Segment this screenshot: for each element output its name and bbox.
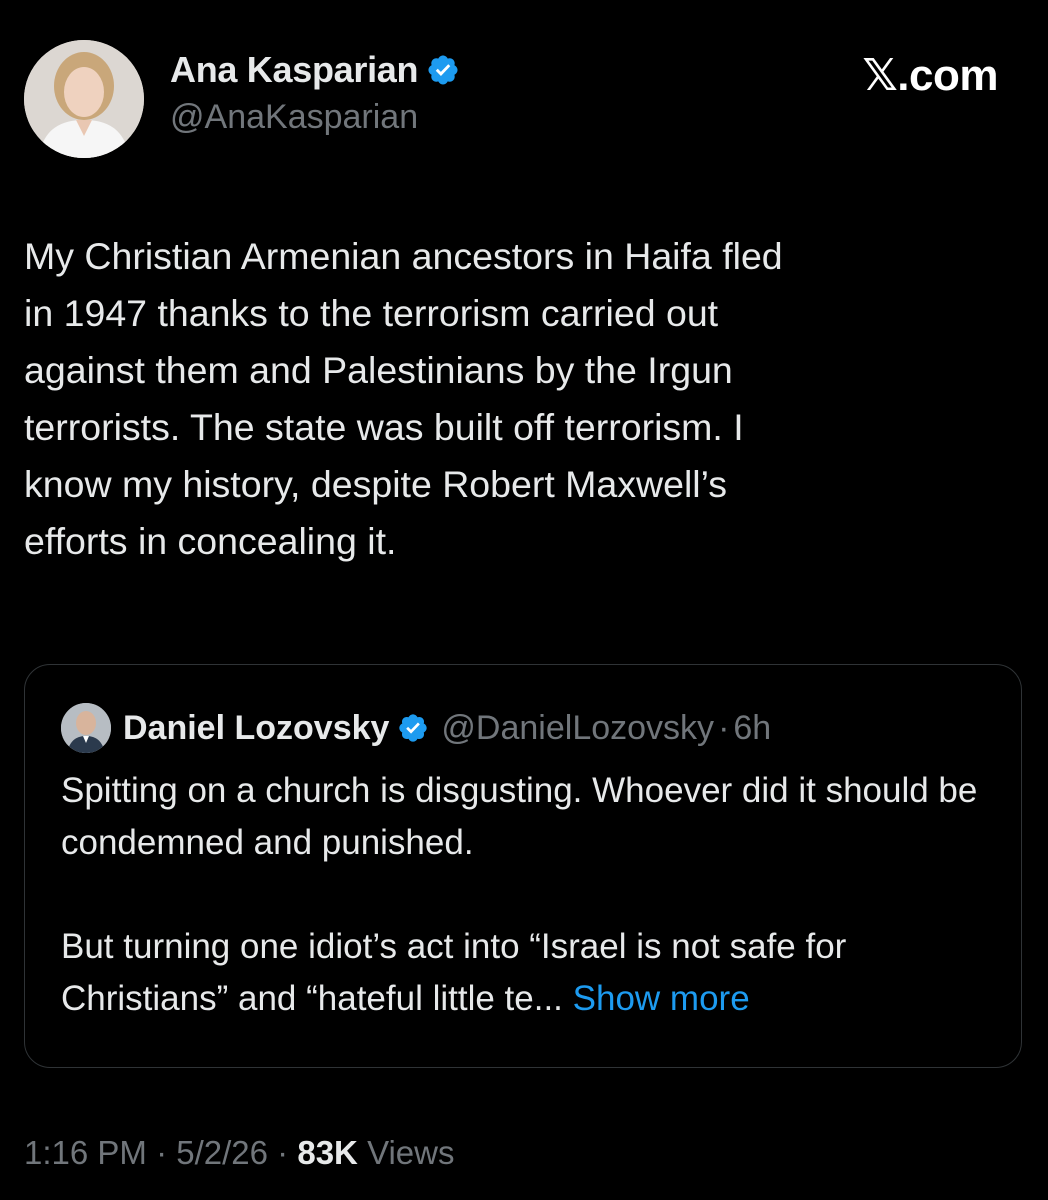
separator-dot: · [277, 1134, 289, 1171]
author-display-name[interactable]: Ana Kasparian [170, 49, 419, 91]
quoted-tweet[interactable]: Daniel Lozovsky @DanielLozovsky · 6h Spi… [24, 664, 1022, 1068]
tweet-meta: 1:16 PM · 5/2/26 · 83K Views [24, 1134, 455, 1172]
tweet-time[interactable]: 1:16 PM [24, 1134, 147, 1171]
quoted-tweet-header: Daniel Lozovsky @DanielLozovsky · 6h [61, 703, 771, 753]
separator-dot: · [718, 708, 730, 747]
quoted-timestamp[interactable]: 6h [733, 709, 771, 748]
tweet-date[interactable]: 5/2/26 [176, 1134, 268, 1171]
quoted-paragraph-2: But turning one idiot’s act into “Israel… [61, 921, 991, 1025]
quoted-author-avatar[interactable] [61, 703, 111, 753]
show-more-link[interactable]: Show more [573, 979, 750, 1018]
separator-dot: · [156, 1134, 168, 1171]
quoted-paragraph-1: Spitting on a church is disgusting. Whoe… [61, 771, 978, 862]
verified-badge-icon[interactable] [426, 53, 460, 87]
author-identity: Ana Kasparian @AnaKasparian [170, 46, 460, 137]
views-count[interactable]: 83K [297, 1134, 358, 1171]
tweet-header: Ana Kasparian @AnaKasparian 𝕏.com [24, 40, 1008, 160]
tweet-text: My Christian Armenian ancestors in Haifa… [24, 235, 783, 562]
author-avatar[interactable] [24, 40, 144, 158]
author-handle[interactable]: @AnaKasparian [170, 98, 460, 137]
avatar-photo-icon [61, 703, 111, 753]
avatar-photo-icon [24, 40, 144, 158]
quoted-tweet-text: Spitting on a church is disgusting. Whoe… [61, 765, 991, 1025]
views-label: Views [367, 1134, 455, 1171]
quoted-author-handle[interactable]: @DanielLozovsky [441, 709, 714, 748]
verified-badge-icon[interactable] [397, 712, 429, 744]
quoted-author-display-name[interactable]: Daniel Lozovsky [123, 709, 389, 748]
brand-label: 𝕏.com [862, 51, 998, 100]
